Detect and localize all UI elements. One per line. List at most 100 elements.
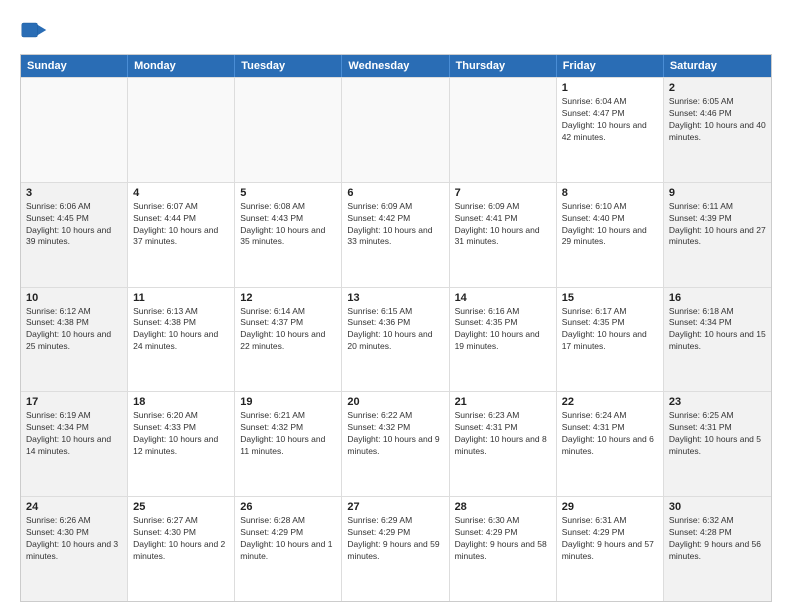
calendar-cell: 11 Sunrise: 6:13 AMSunset: 4:38 PMDayligh… bbox=[128, 288, 235, 392]
day-info: Sunrise: 6:06 AMSunset: 4:45 PMDaylight:… bbox=[26, 201, 122, 249]
header bbox=[20, 16, 772, 44]
day-info: Sunrise: 6:23 AMSunset: 4:31 PMDaylight:… bbox=[455, 410, 551, 458]
day-info: Sunrise: 6:24 AMSunset: 4:31 PMDaylight:… bbox=[562, 410, 658, 458]
day-number: 16 bbox=[669, 292, 766, 304]
day-info: Sunrise: 6:12 AMSunset: 4:38 PMDaylight:… bbox=[26, 306, 122, 354]
calendar-body: 1 Sunrise: 6:04 AMSunset: 4:47 PMDaylight… bbox=[21, 77, 771, 601]
calendar-cell: 16Sunrise: 6:18 AMSunset: 4:34 PMDayligh… bbox=[664, 288, 771, 392]
day-info: Sunrise: 6:28 AMSunset: 4:29 PMDaylight:… bbox=[240, 515, 336, 563]
calendar-cell: 22 Sunrise: 6:24 AMSunset: 4:31 PMDayligh… bbox=[557, 392, 664, 496]
day-number: 1 bbox=[562, 82, 658, 94]
day-info: Sunrise: 6:22 AMSunset: 4:32 PMDaylight:… bbox=[347, 410, 443, 458]
day-info: Sunrise: 6:29 AMSunset: 4:29 PMDaylight:… bbox=[347, 515, 443, 563]
day-number: 27 bbox=[347, 501, 443, 513]
day-number: 17 bbox=[26, 396, 122, 408]
calendar-cell: 2 Sunrise: 6:05 AMSunset: 4:46 PMDaylight… bbox=[664, 78, 771, 182]
day-number: 28 bbox=[455, 501, 551, 513]
calendar-cell bbox=[235, 78, 342, 182]
day-number: 22 bbox=[562, 396, 658, 408]
weekday-header-friday: Friday bbox=[557, 55, 664, 77]
calendar-cell: 19 Sunrise: 6:21 AMSunset: 4:32 PMDayligh… bbox=[235, 392, 342, 496]
day-number: 6 bbox=[347, 187, 443, 199]
calendar-cell: 12 Sunrise: 6:14 AMSunset: 4:37 PMDayligh… bbox=[235, 288, 342, 392]
day-info: Sunrise: 6:09 AMSunset: 4:42 PMDaylight:… bbox=[347, 201, 443, 249]
day-info: Sunrise: 6:16 AMSunset: 4:35 PMDaylight:… bbox=[455, 306, 551, 354]
day-number: 29 bbox=[562, 501, 658, 513]
day-number: 9 bbox=[669, 187, 766, 199]
calendar-cell: 26 Sunrise: 6:28 AMSunset: 4:29 PMDayligh… bbox=[235, 497, 342, 601]
calendar-cell bbox=[128, 78, 235, 182]
day-number: 20 bbox=[347, 396, 443, 408]
calendar-cell: 20 Sunrise: 6:22 AMSunset: 4:32 PMDayligh… bbox=[342, 392, 449, 496]
calendar-cell: 29 Sunrise: 6:31 AMSunset: 4:29 PMDayligh… bbox=[557, 497, 664, 601]
day-info: Sunrise: 6:04 AMSunset: 4:47 PMDaylight:… bbox=[562, 96, 658, 144]
calendar-cell: 7 Sunrise: 6:09 AMSunset: 4:41 PMDaylight… bbox=[450, 183, 557, 287]
day-info: Sunrise: 6:21 AMSunset: 4:32 PMDaylight:… bbox=[240, 410, 336, 458]
day-number: 23 bbox=[669, 396, 766, 408]
calendar-cell: 27 Sunrise: 6:29 AMSunset: 4:29 PMDayligh… bbox=[342, 497, 449, 601]
calendar-cell: 24 Sunrise: 6:26 AMSunset: 4:30 PMDayligh… bbox=[21, 497, 128, 601]
day-info: Sunrise: 6:11 AMSunset: 4:39 PMDaylight:… bbox=[669, 201, 766, 249]
day-number: 5 bbox=[240, 187, 336, 199]
weekday-header-monday: Monday bbox=[128, 55, 235, 77]
weekday-header-tuesday: Tuesday bbox=[235, 55, 342, 77]
day-number: 19 bbox=[240, 396, 336, 408]
day-info: Sunrise: 6:05 AMSunset: 4:46 PMDaylight:… bbox=[669, 96, 766, 144]
day-number: 30 bbox=[669, 501, 766, 513]
day-info: Sunrise: 6:20 AMSunset: 4:33 PMDaylight:… bbox=[133, 410, 229, 458]
weekday-header-sunday: Sunday bbox=[21, 55, 128, 77]
day-info: Sunrise: 6:27 AMSunset: 4:30 PMDaylight:… bbox=[133, 515, 229, 563]
day-number: 15 bbox=[562, 292, 658, 304]
logo-icon bbox=[20, 16, 48, 44]
day-number: 21 bbox=[455, 396, 551, 408]
weekday-header-thursday: Thursday bbox=[450, 55, 557, 77]
day-number: 4 bbox=[133, 187, 229, 199]
day-number: 24 bbox=[26, 501, 122, 513]
day-number: 7 bbox=[455, 187, 551, 199]
day-number: 25 bbox=[133, 501, 229, 513]
calendar-cell: 17 Sunrise: 6:19 AMSunset: 4:34 PMDayligh… bbox=[21, 392, 128, 496]
day-info: Sunrise: 6:08 AMSunset: 4:43 PMDaylight:… bbox=[240, 201, 336, 249]
day-info: Sunrise: 6:32 AMSunset: 4:28 PMDaylight:… bbox=[669, 515, 766, 563]
calendar-row-0: 1 Sunrise: 6:04 AMSunset: 4:47 PMDaylight… bbox=[21, 77, 771, 182]
day-number: 26 bbox=[240, 501, 336, 513]
calendar: SundayMondayTuesdayWednesdayThursdayFrid… bbox=[20, 54, 772, 602]
calendar-cell: 9 Sunrise: 6:11 AMSunset: 4:39 PMDaylight… bbox=[664, 183, 771, 287]
calendar-cell: 25 Sunrise: 6:27 AMSunset: 4:30 PMDayligh… bbox=[128, 497, 235, 601]
day-info: Sunrise: 6:13 AMSunset: 4:38 PMDaylight:… bbox=[133, 306, 229, 354]
day-number: 2 bbox=[669, 82, 766, 94]
day-info: Sunrise: 6:07 AMSunset: 4:44 PMDaylight:… bbox=[133, 201, 229, 249]
calendar-cell: 6 Sunrise: 6:09 AMSunset: 4:42 PMDaylight… bbox=[342, 183, 449, 287]
day-number: 12 bbox=[240, 292, 336, 304]
day-info: Sunrise: 6:31 AMSunset: 4:29 PMDaylight:… bbox=[562, 515, 658, 563]
calendar-cell: 13Sunrise: 6:15 AMSunset: 4:36 PMDayligh… bbox=[342, 288, 449, 392]
calendar-row-2: 10 Sunrise: 6:12 AMSunset: 4:38 PMDayligh… bbox=[21, 287, 771, 392]
day-number: 8 bbox=[562, 187, 658, 199]
day-info: Sunrise: 6:14 AMSunset: 4:37 PMDaylight:… bbox=[240, 306, 336, 354]
calendar-cell: 21 Sunrise: 6:23 AMSunset: 4:31 PMDayligh… bbox=[450, 392, 557, 496]
day-number: 3 bbox=[26, 187, 122, 199]
calendar-cell: 23Sunrise: 6:25 AMSunset: 4:31 PMDayligh… bbox=[664, 392, 771, 496]
calendar-cell: 15 Sunrise: 6:17 AMSunset: 4:35 PMDayligh… bbox=[557, 288, 664, 392]
calendar-cell: 5 Sunrise: 6:08 AMSunset: 4:43 PMDaylight… bbox=[235, 183, 342, 287]
day-info: Sunrise: 6:19 AMSunset: 4:34 PMDaylight:… bbox=[26, 410, 122, 458]
calendar-cell bbox=[450, 78, 557, 182]
day-info: Sunrise: 6:15 AMSunset: 4:36 PMDaylight:… bbox=[347, 306, 443, 354]
calendar-cell bbox=[21, 78, 128, 182]
calendar-cell: 1 Sunrise: 6:04 AMSunset: 4:47 PMDaylight… bbox=[557, 78, 664, 182]
calendar-cell: 8 Sunrise: 6:10 AMSunset: 4:40 PMDaylight… bbox=[557, 183, 664, 287]
day-info: Sunrise: 6:10 AMSunset: 4:40 PMDaylight:… bbox=[562, 201, 658, 249]
calendar-cell: 30 Sunrise: 6:32 AMSunset: 4:28 PMDayligh… bbox=[664, 497, 771, 601]
calendar-header: SundayMondayTuesdayWednesdayThursdayFrid… bbox=[21, 55, 771, 77]
day-number: 11 bbox=[133, 292, 229, 304]
day-number: 14 bbox=[455, 292, 551, 304]
day-info: Sunrise: 6:26 AMSunset: 4:30 PMDaylight:… bbox=[26, 515, 122, 563]
calendar-cell: 4 Sunrise: 6:07 AMSunset: 4:44 PMDaylight… bbox=[128, 183, 235, 287]
calendar-cell: 14 Sunrise: 6:16 AMSunset: 4:35 PMDayligh… bbox=[450, 288, 557, 392]
day-info: Sunrise: 6:17 AMSunset: 4:35 PMDaylight:… bbox=[562, 306, 658, 354]
day-info: Sunrise: 6:30 AMSunset: 4:29 PMDaylight:… bbox=[455, 515, 551, 563]
calendar-row-1: 3 Sunrise: 6:06 AMSunset: 4:45 PMDaylight… bbox=[21, 182, 771, 287]
day-info: Sunrise: 6:09 AMSunset: 4:41 PMDaylight:… bbox=[455, 201, 551, 249]
calendar-cell bbox=[342, 78, 449, 182]
day-number: 10 bbox=[26, 292, 122, 304]
